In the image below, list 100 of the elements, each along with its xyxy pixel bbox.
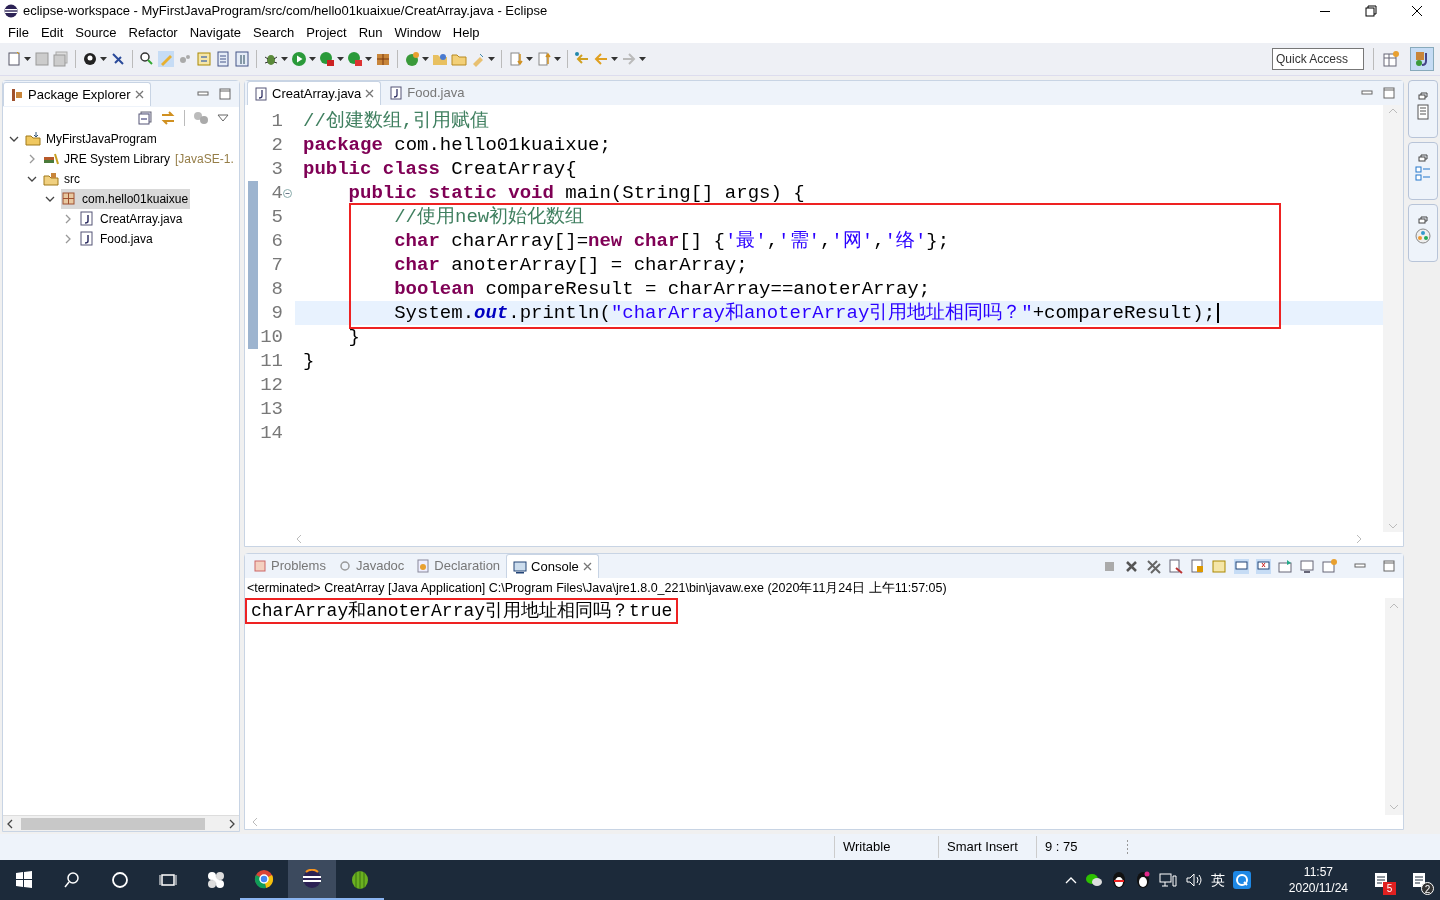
tree-item[interactable]: Food.java [79,229,155,249]
console-view-tab[interactable]: Declaration [410,554,507,578]
chat-bubbles-icon[interactable] [1084,872,1103,888]
restore-icon[interactable] [1418,92,1428,100]
penguin-icon[interactable] [1134,871,1151,889]
chevron-up-icon[interactable] [1064,876,1077,884]
external-tools-icon[interactable] [347,51,363,67]
console-view-tab[interactable]: Javadoc [331,554,411,578]
restore-icon[interactable] [1418,216,1428,224]
remove-all-icon[interactable] [1146,558,1161,574]
dropdown-icon[interactable] [554,57,561,61]
menu-item[interactable]: Navigate [183,22,247,43]
app-q-icon[interactable] [1232,871,1251,889]
line-number: 7 [271,252,283,278]
outline-icon[interactable] [1415,166,1431,182]
view-menu-icon[interactable] [217,114,229,122]
outline-doc-icon[interactable] [1415,104,1431,120]
console-view-tab[interactable]: Console [506,554,599,578]
code-line: //使用new初始化数组 [393,204,585,230]
menu-item[interactable]: Search [247,22,301,43]
maximize-icon[interactable] [1383,87,1395,99]
close-icon[interactable] [582,562,592,571]
tree-item[interactable]: JRE System Library [JavaSE-1. [43,149,236,169]
circle-user-icon[interactable] [82,51,98,67]
run-icon[interactable] [291,51,307,67]
code-line: } [303,348,315,374]
melon-icon [350,869,370,889]
java-perspective-button[interactable] [1410,47,1434,71]
scrollbar-thumb[interactable] [21,817,205,830]
dropdown-icon[interactable] [422,57,429,61]
clear-console-icon[interactable] [1168,558,1183,574]
code-line: boolean compareResult = charArray==anoterArray; [393,276,931,302]
remove-icon[interactable] [1124,558,1139,574]
scroll-lock-icon[interactable] [1190,558,1205,574]
menu-item[interactable]: Window [388,22,447,43]
dropdown-icon[interactable] [639,57,646,61]
menu-item[interactable]: Run [352,22,389,43]
dropdown-icon[interactable] [488,57,495,61]
expand-chevron-icon[interactable] [27,154,37,164]
dropdown-icon[interactable] [337,57,344,61]
collapse-chevron-icon[interactable] [27,174,37,184]
tree-item[interactable]: com.hello01kuaixue [61,189,191,209]
penguin-icon[interactable] [1110,871,1127,889]
dropdown-icon[interactable] [611,57,618,61]
console-view-tab[interactable]: Problems [247,554,332,578]
package-icon [61,191,77,207]
document-icon[interactable] [215,51,231,67]
dropdown-icon[interactable] [365,57,372,61]
colored-dots-icon[interactable] [1415,228,1431,244]
maximize-icon[interactable] [1383,560,1395,572]
speaker-icon[interactable] [1184,872,1203,888]
pin-console-icon[interactable] [1278,558,1293,574]
source-folder-icon [43,171,59,187]
show-output-icon[interactable] [1234,558,1249,574]
quick-access-field[interactable]: Quick Access [1272,48,1364,70]
collapse-chevron-icon[interactable] [45,194,55,204]
open-perspective-icon[interactable] [1383,51,1399,67]
new-console-icon[interactable] [1322,558,1337,574]
restore-icon[interactable] [1418,154,1428,162]
paragraph-icon[interactable] [234,51,250,67]
search-icon[interactable] [139,51,155,67]
expand-chevron-icon[interactable] [63,214,73,224]
input-method-indicator[interactable]: 英 [1210,869,1225,891]
tree-item[interactable]: CreatArray.java [79,209,185,229]
tree-item[interactable]: MyFirstJavaProgram [25,129,159,149]
display-console-icon[interactable] [1300,558,1315,574]
tree-item[interactable]: src [43,169,82,189]
dropdown-icon[interactable] [100,57,107,61]
dropdown-icon[interactable] [281,57,288,61]
close-icon[interactable] [365,89,375,98]
menu-item[interactable]: File [2,22,35,43]
menu-item[interactable]: Refactor [122,22,184,43]
collapse-chevron-icon[interactable] [9,134,19,144]
menu-item[interactable]: Project [300,22,353,43]
taskbar-button[interactable] [288,860,336,900]
package-explorer-tab[interactable]: Package Explorer [3,82,151,106]
package-explorer-icon [10,87,24,102]
expand-chevron-icon[interactable] [63,234,73,244]
maximize-icon[interactable] [219,88,231,100]
menu-item[interactable]: Source [69,22,123,43]
filter-icon[interactable] [193,111,209,125]
coverage-icon[interactable] [319,51,335,67]
collapse-all-icon[interactable] [138,111,152,125]
link-arrows-icon[interactable] [160,111,176,125]
close-icon[interactable] [134,90,144,99]
line-number: 5 [271,204,283,230]
network-icon[interactable] [1158,872,1177,888]
package-icon[interactable] [375,51,391,67]
dropdown-icon[interactable] [24,57,31,61]
editor-tab[interactable]: CreatArray.java [247,81,382,105]
fold-icon[interactable] [283,188,292,198]
dropdown-icon[interactable] [526,57,533,61]
menu-item[interactable]: Edit [34,22,70,43]
dropdown-icon[interactable] [309,57,316,61]
clock[interactable]: 11:57 2020/11/24 [1288,864,1348,896]
menu-item[interactable]: Help [446,22,486,43]
search-icon [62,870,82,890]
open-folder-icon[interactable] [432,51,448,67]
editor-tab[interactable]: Food.java [383,81,471,105]
show-error-icon[interactable] [1256,558,1271,574]
